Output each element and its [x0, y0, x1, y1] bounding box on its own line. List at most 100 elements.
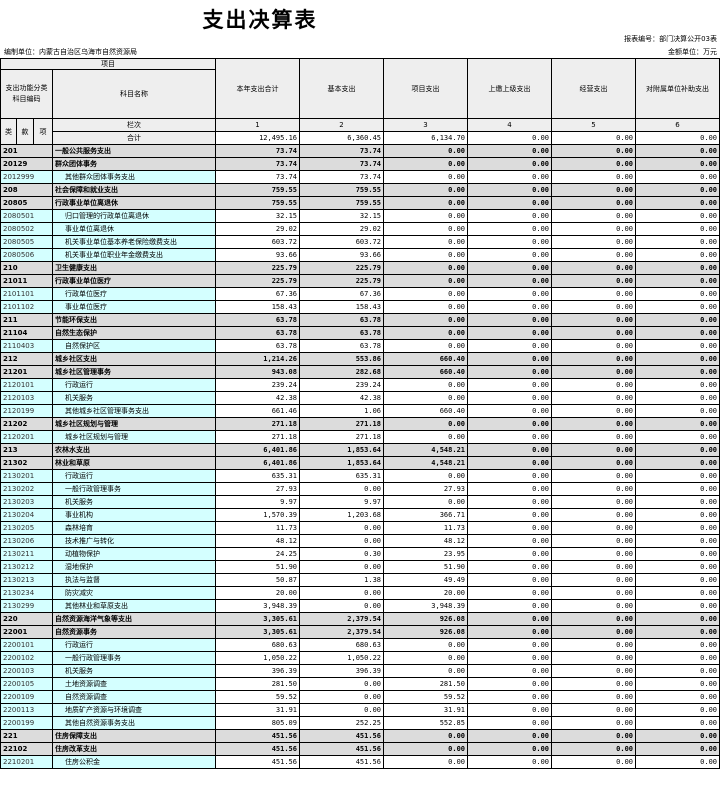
row-value: 0.00	[467, 404, 552, 418]
row-value: 0.00	[383, 287, 468, 301]
row-value: 0.00	[299, 534, 384, 548]
table-row: 2130213 执法与监督 50.87 1.38 49.49 0.00 0.00 0.00	[0, 573, 720, 587]
total-value: 6,360.45	[299, 131, 384, 145]
col-num-1: 1	[215, 118, 300, 132]
table-row: 221 住房保障支出 451.56 451.56 0.00 0.00 0.00 0.00	[0, 729, 720, 743]
row-value: 0.00	[635, 339, 720, 353]
row-code: 2101101	[0, 287, 53, 301]
row-value: 926.08	[383, 625, 468, 639]
row-subject-name: 住房公积金	[52, 755, 216, 769]
row-value: 0.00	[383, 391, 468, 405]
row-value: 0.00	[299, 482, 384, 496]
row-subject-name: 动植物保护	[52, 547, 216, 561]
row-value: 0.00	[551, 547, 636, 561]
header-col-5: 经营支出	[551, 58, 636, 119]
row-value: 0.00	[383, 274, 468, 288]
row-value: 0.00	[635, 196, 720, 210]
row-value: 0.00	[635, 365, 720, 379]
row-value: 225.79	[299, 274, 384, 288]
row-value: 0.00	[299, 560, 384, 574]
row-value: 24.25	[215, 547, 300, 561]
row-code: 20129	[0, 157, 53, 171]
row-subject-name: 森林培育	[52, 521, 216, 535]
table-row: 2200103 机关服务 396.39 396.39 0.00 0.00 0.00 0.00	[0, 664, 720, 678]
row-value: 0.00	[635, 469, 720, 483]
table-row: 2080502 事业单位离退休 29.02 29.02 0.00 0.00 0.00 0.00	[0, 222, 720, 236]
row-code: 2080502	[0, 222, 53, 236]
row-value: 0.00	[299, 703, 384, 717]
table-row: 212 城乡社区支出 1,214.26 553.86 660.40 0.00 0.00 0.0…	[0, 352, 720, 366]
header-subject-name: 科目名称	[52, 69, 216, 119]
row-subject-name: 机关服务	[52, 664, 216, 678]
row-value: 0.00	[467, 586, 552, 600]
row-value: 603.72	[215, 235, 300, 249]
table-row: 213 农林水支出 6,401.86 1,853.64 4,548.21 0.00 0.00…	[0, 443, 720, 457]
table-row: 2101102 事业单位医疗 158.43 158.43 0.00 0.00 0.00 0.0…	[0, 300, 720, 314]
row-code: 21302	[0, 456, 53, 470]
row-value: 0.00	[551, 391, 636, 405]
row-value: 0.00	[635, 703, 720, 717]
row-value: 0.00	[467, 469, 552, 483]
row-value: 281.50	[383, 677, 468, 691]
total-value: 0.00	[551, 131, 636, 145]
row-value: 3,948.39	[383, 599, 468, 613]
row-value: 31.91	[383, 703, 468, 717]
row-value: 0.00	[551, 742, 636, 756]
row-subject-name: 林业和草原	[52, 456, 216, 470]
table-row: 2200113 地质矿产资源与环境调查 31.91 0.00 31.91 0.00 0.00…	[0, 703, 720, 717]
row-value: 0.00	[299, 677, 384, 691]
row-value: 3,305.61	[215, 625, 300, 639]
table-row: 2120101 行政运行 239.24 239.24 0.00 0.00 0.00 0.00	[0, 378, 720, 392]
row-value: 0.00	[635, 326, 720, 340]
row-value: 0.00	[551, 443, 636, 457]
row-value: 32.15	[215, 209, 300, 223]
row-code: 212	[0, 352, 53, 366]
row-value: 31.91	[215, 703, 300, 717]
table-row: 201 一般公共服务支出 73.74 73.74 0.00 0.00 0.00 0.00	[0, 144, 720, 158]
row-code: 211	[0, 313, 53, 327]
row-value: 0.00	[467, 157, 552, 171]
row-value: 0.00	[635, 482, 720, 496]
row-value: 1,853.64	[299, 456, 384, 470]
row-value: 0.00	[635, 755, 720, 769]
row-code: 2012999	[0, 170, 53, 184]
row-value: 0.00	[383, 755, 468, 769]
table-row: 2200102 一般行政管理事务 1,050.22 1,050.22 0.00 0.00 0…	[0, 651, 720, 665]
row-value: 0.00	[635, 430, 720, 444]
row-value: 0.00	[467, 261, 552, 275]
row-value: 0.00	[467, 755, 552, 769]
row-subject-name: 行政运行	[52, 638, 216, 652]
header-lei: 类	[0, 118, 17, 145]
total-value: 0.00	[467, 131, 552, 145]
row-value: 158.43	[215, 300, 300, 314]
row-value: 29.02	[215, 222, 300, 236]
row-value: 0.00	[635, 352, 720, 366]
row-value: 1,050.22	[299, 651, 384, 665]
row-value: 27.93	[215, 482, 300, 496]
row-value: 0.00	[551, 599, 636, 613]
table-row: 2130201 行政运行 635.31 635.31 0.00 0.00 0.00 0.00	[0, 469, 720, 483]
header-col-6: 对附属单位补助支出	[635, 58, 720, 119]
row-code: 21202	[0, 417, 53, 431]
row-value: 680.63	[299, 638, 384, 652]
row-value: 396.39	[299, 664, 384, 678]
row-value: 0.00	[467, 443, 552, 457]
row-value: 1.38	[299, 573, 384, 587]
row-value: 0.00	[551, 456, 636, 470]
row-value: 0.00	[551, 430, 636, 444]
row-subject-name: 执法与监督	[52, 573, 216, 587]
row-code: 2110403	[0, 339, 53, 353]
row-value: 0.00	[299, 690, 384, 704]
header-xiang: 项	[33, 118, 53, 145]
row-value: 943.08	[215, 365, 300, 379]
row-value: 451.56	[215, 742, 300, 756]
table-row: 220 自然资源海洋气象等支出 3,305.61 2,379.54 926.08 0.00…	[0, 612, 720, 626]
row-value: 0.00	[467, 677, 552, 691]
row-value: 0.00	[467, 430, 552, 444]
row-value: 759.55	[215, 183, 300, 197]
row-value: 0.00	[635, 534, 720, 548]
table-row: 21202 城乡社区规划与管理 271.18 271.18 0.00 0.00 0.00 0.…	[0, 417, 720, 431]
row-value: 0.00	[551, 638, 636, 652]
row-value: 0.00	[551, 365, 636, 379]
row-value: 451.56	[215, 755, 300, 769]
